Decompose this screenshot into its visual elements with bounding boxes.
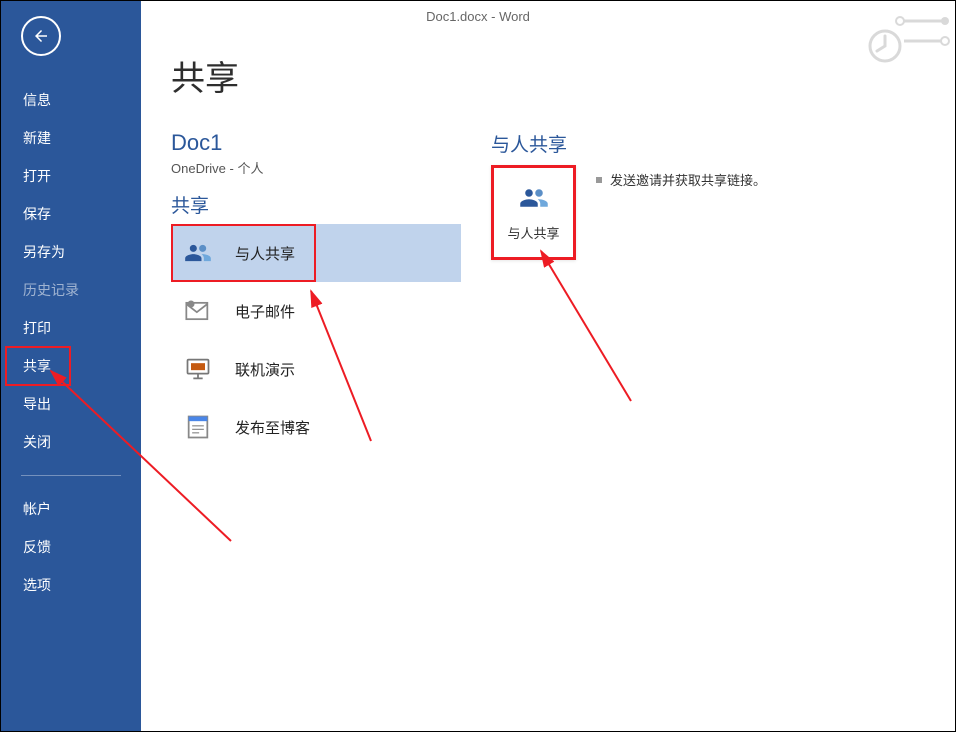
sidebar-item-options[interactable]: 选项 <box>1 566 141 604</box>
page-title: 共享 <box>171 51 955 100</box>
back-button[interactable] <box>21 16 61 56</box>
desc-text: 发送邀请并获取共享链接。 <box>610 170 766 189</box>
bullet-icon <box>596 177 602 183</box>
sidebar-item-save[interactable]: 保存 <box>1 195 141 233</box>
sidebar-item-feedback[interactable]: 反馈 <box>1 528 141 566</box>
sidebar-item-open[interactable]: 打开 <box>1 157 141 195</box>
option-label: 发布至博客 <box>235 417 310 438</box>
option-email[interactable]: 电子邮件 <box>171 282 461 340</box>
tile-label: 与人共享 <box>507 223 559 242</box>
sidebar-item-label: 关闭 <box>23 434 51 450</box>
watermark-icon <box>860 6 950 66</box>
sidebar: 信息 新建 打开 保存 另存为 历史记录 打印 共享 导出 关闭 帐户 反馈 选… <box>1 1 141 731</box>
sidebar-item-account[interactable]: 帐户 <box>1 490 141 528</box>
sidebar-item-label: 共享 <box>23 358 51 374</box>
main-content: 共享 Doc1 OneDrive - 个人 共享 与人共享 电子邮件 <box>141 1 955 731</box>
share-options-list: 与人共享 电子邮件 联机演示 <box>171 224 461 456</box>
sidebar-item-label: 保存 <box>23 206 51 222</box>
sidebar-item-print[interactable]: 打印 <box>1 309 141 347</box>
people-icon <box>183 238 213 268</box>
option-label: 联机演示 <box>235 359 295 380</box>
sidebar-item-label: 帐户 <box>23 501 51 517</box>
sidebar-item-label: 历史记录 <box>23 282 79 298</box>
sidebar-item-new[interactable]: 新建 <box>1 119 141 157</box>
back-arrow-icon <box>32 27 50 45</box>
sidebar-item-share[interactable]: 共享 <box>1 347 141 385</box>
doc-location: OneDrive - 个人 <box>171 158 461 177</box>
sidebar-item-label: 信息 <box>23 92 51 108</box>
option-label: 电子邮件 <box>235 301 295 322</box>
share-description: 发送邀请并获取共享链接。 <box>596 170 766 189</box>
present-icon <box>183 354 213 384</box>
sidebar-divider <box>21 475 121 476</box>
option-publish-blog[interactable]: 发布至博客 <box>171 398 461 456</box>
sidebar-item-history: 历史记录 <box>1 271 141 309</box>
people-icon <box>519 183 549 213</box>
option-share-with-people[interactable]: 与人共享 <box>171 224 461 282</box>
sidebar-item-saveas[interactable]: 另存为 <box>1 233 141 271</box>
sidebar-item-label: 选项 <box>23 577 51 593</box>
sidebar-item-label: 另存为 <box>23 244 65 260</box>
doc-title: Doc1 <box>171 130 461 156</box>
sidebar-item-label: 反馈 <box>23 539 51 555</box>
sidebar-item-label: 新建 <box>23 130 51 146</box>
option-present-online[interactable]: 联机演示 <box>171 340 461 398</box>
blog-icon <box>183 412 213 442</box>
right-panel-title: 与人共享 <box>491 130 766 157</box>
sidebar-item-label: 打印 <box>23 320 51 336</box>
sidebar-item-close[interactable]: 关闭 <box>1 423 141 461</box>
sidebar-item-export[interactable]: 导出 <box>1 385 141 423</box>
share-with-people-tile[interactable]: 与人共享 <box>491 165 576 260</box>
option-label: 与人共享 <box>235 243 295 264</box>
sidebar-item-info[interactable]: 信息 <box>1 81 141 119</box>
email-icon <box>183 296 213 326</box>
sidebar-item-label: 打开 <box>23 168 51 184</box>
section-title: 共享 <box>171 191 461 218</box>
sidebar-item-label: 导出 <box>23 396 51 412</box>
